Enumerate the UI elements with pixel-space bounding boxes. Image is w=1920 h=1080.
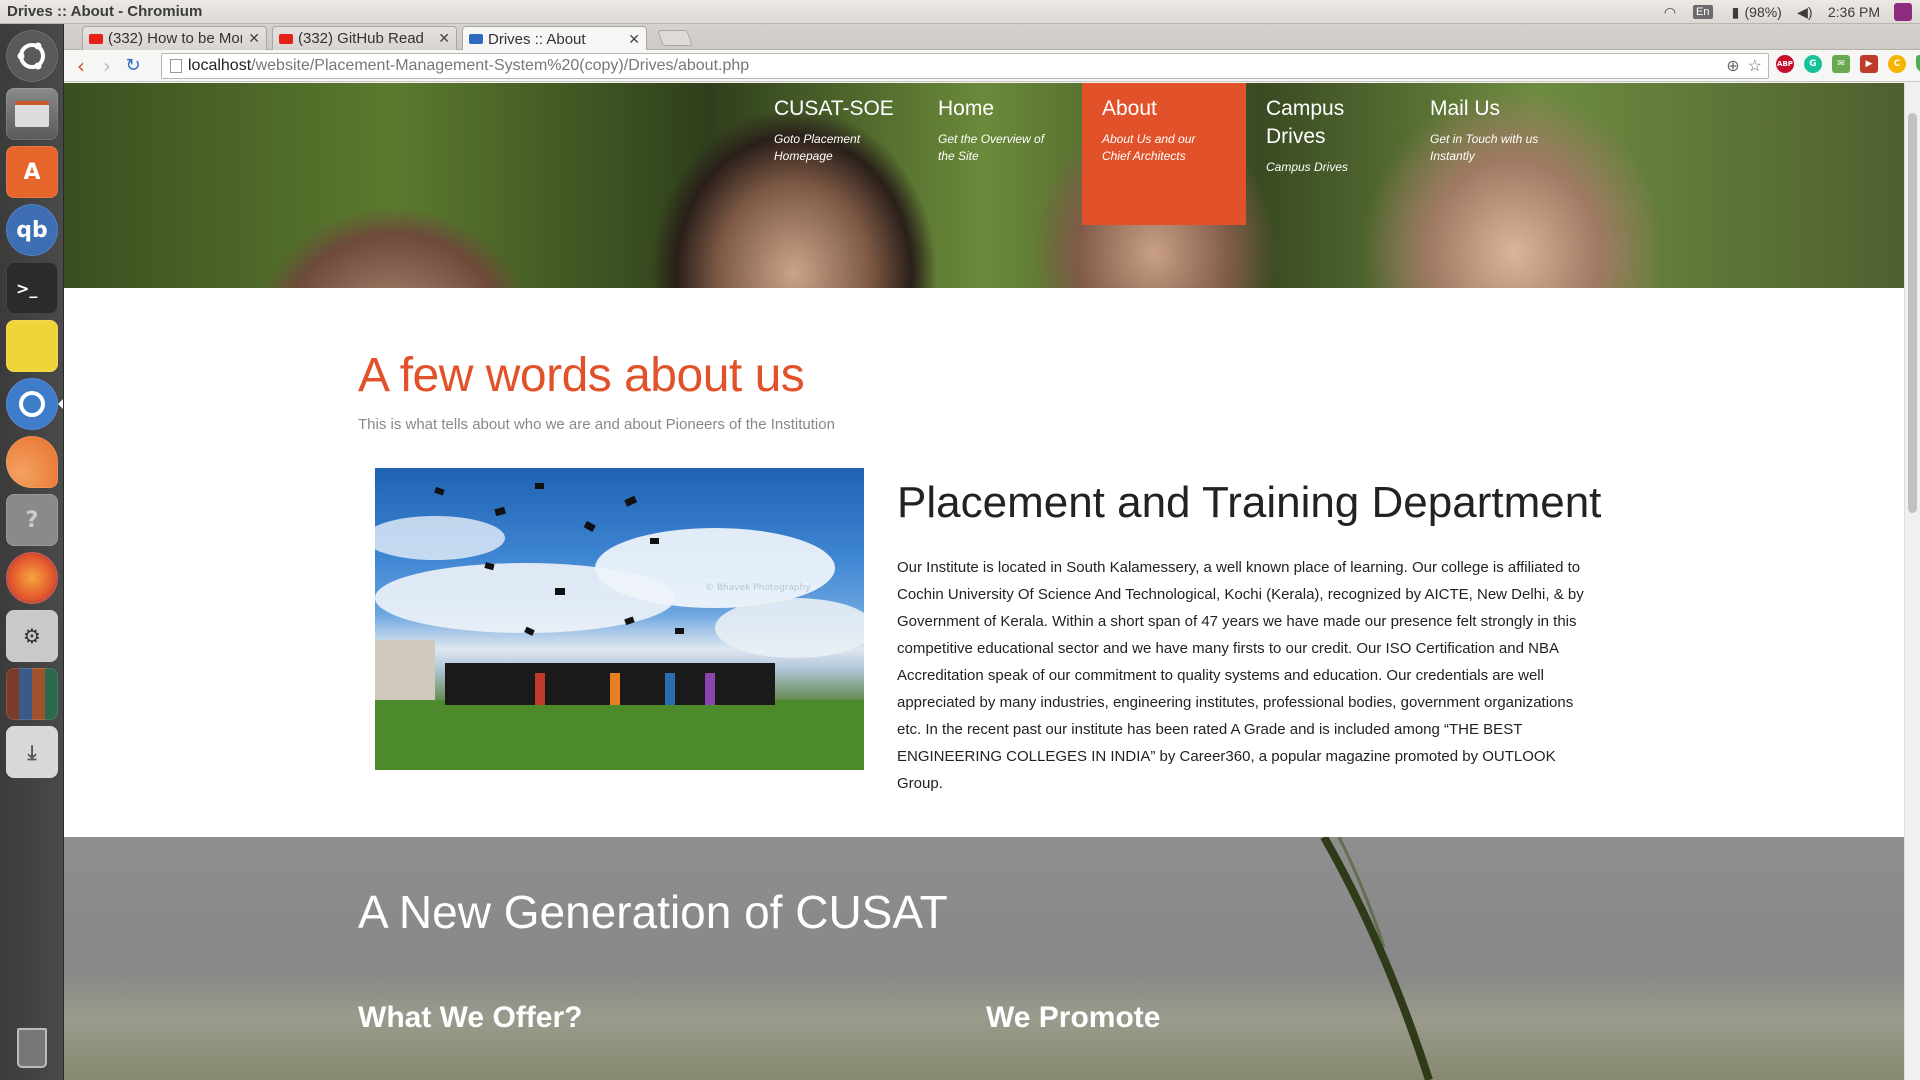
tab-youtube-1[interactable]: (332) How to be Mor ✕ (82, 26, 267, 50)
ubuntu-logo-icon (17, 42, 45, 70)
nav-subtitle: Get the Overview of the Site (938, 132, 1045, 163)
browser-toolbar: ‹ › ↻ localhost/website/Placement-Manage… (64, 50, 1920, 82)
reload-button[interactable]: ↻ (120, 53, 146, 79)
photo-watermark: © Bhavek Photography (705, 583, 811, 593)
grass-stalk-decoration (1320, 837, 1433, 1080)
we-promote-heading: We Promote (986, 1001, 1161, 1034)
nav-subtitle: Campus Drives (1266, 160, 1349, 174)
close-icon[interactable]: ✕ (628, 31, 640, 48)
department-description: Our Institute is located in South Kalame… (897, 559, 1584, 792)
youtube-icon (279, 33, 293, 44)
nav-item-about[interactable]: About About Us and our Chief Architects (1082, 83, 1246, 225)
nav-subtitle: Goto Placement Homepage (774, 132, 861, 163)
installer-icon[interactable]: ⤓ (6, 726, 58, 778)
mail-checker-icon[interactable]: ✉ (1832, 55, 1850, 73)
tab-youtube-2[interactable]: (332) GitHub Read ✕ (272, 26, 457, 50)
about-subheading: This is what tells about who we are and … (358, 416, 835, 433)
terminal-icon[interactable]: >_ (6, 262, 58, 314)
sticky-notes-icon[interactable] (6, 320, 58, 372)
system-settings-icon[interactable]: ⚙ (6, 610, 58, 662)
nav-subtitle: About Us and our Chief Architects (1102, 132, 1196, 163)
nav-item-cusat-soe[interactable]: CUSAT-SOE Goto Placement Homepage (754, 83, 918, 225)
orange-app-icon[interactable] (6, 436, 58, 488)
new-tab-button[interactable] (657, 30, 693, 46)
page-info-icon[interactable] (170, 59, 182, 73)
zoom-icon[interactable]: ⊕ (1726, 56, 1739, 76)
forward-button[interactable]: › (94, 53, 120, 79)
main-nav: CUSAT-SOE Goto Placement Homepage Home G… (754, 83, 1574, 225)
software-center-icon[interactable]: A (6, 146, 58, 198)
nav-title: Home (938, 97, 995, 120)
reload-icon: ↻ (125, 55, 141, 76)
chromium-icon[interactable] (6, 378, 58, 430)
battery-indicator[interactable]: ▮ (98%) (1727, 4, 1782, 20)
address-bar[interactable]: localhost/website/Placement-Management-S… (161, 53, 1769, 79)
web-page: CUSAT-SOE Goto Placement Homepage Home G… (64, 83, 1904, 1080)
files-icon[interactable] (6, 88, 58, 140)
url-host: localhost (188, 57, 252, 74)
clock[interactable]: 2:36 PM (1828, 4, 1880, 20)
nav-item-home[interactable]: Home Get the Overview of the Site (918, 83, 1082, 225)
tab-label: Drives :: About (488, 30, 586, 48)
tab-label: (332) GitHub Read (298, 30, 424, 47)
about-heading: A few words about us (358, 349, 805, 402)
scrollbar-thumb[interactable] (1908, 113, 1917, 513)
ubuntu-dash-icon[interactable] (6, 30, 58, 82)
tab-label: (332) How to be Mor (108, 30, 243, 47)
qbittorrent-icon[interactable]: qb (6, 204, 58, 256)
launcher: A qb >_ ? ⚙ ⤓ (0, 24, 64, 1080)
help-icon[interactable]: ? (6, 494, 58, 546)
browser-window: (332) How to be Mor ✕ (332) GitHub Read … (64, 24, 1920, 1080)
page-scrollbar[interactable] (1904, 83, 1920, 1080)
arrow-right-icon: › (103, 53, 111, 78)
close-icon[interactable]: ✕ (438, 30, 450, 47)
window-title: Drives :: About - Chromium (7, 3, 203, 20)
nav-title: Mail Us (1430, 97, 1501, 120)
back-button[interactable]: ‹ (68, 53, 94, 79)
nav-item-mail-us[interactable]: Mail Us Get in Touch with us Instantly (1410, 83, 1574, 225)
youtube-icon (89, 33, 103, 44)
power-menu-icon[interactable] (1894, 2, 1912, 21)
generation-section: A New Generation of CUSAT What We Offer?… (64, 837, 1904, 1080)
shield-icon[interactable]: ◆ (1916, 55, 1920, 73)
tab-bar: (332) How to be Mor ✕ (332) GitHub Read … (64, 24, 1920, 51)
video-extension-icon[interactable]: ▶ (1860, 55, 1878, 73)
battery-percent: (98%) (1744, 3, 1782, 20)
library-icon[interactable] (6, 668, 58, 720)
nav-title: About (1102, 97, 1157, 120)
extension-icons: ABP G ✉ ▶ C ◆ ≡ (1776, 55, 1920, 73)
active-app-indicator (58, 399, 63, 409)
tab-drives-about[interactable]: Drives :: About ✕ (462, 26, 647, 51)
graduation-photo: © Bhavek Photography (375, 468, 864, 770)
adblock-plus-icon[interactable]: ABP (1776, 55, 1794, 73)
what-we-offer-heading: What We Offer? (358, 1001, 583, 1034)
volume-icon[interactable]: ◀) (1796, 4, 1814, 20)
omnibox-actions: ⊕ ☆ (1726, 56, 1768, 76)
graduation-scene: © Bhavek Photography (375, 483, 864, 770)
keyboard-layout-indicator[interactable]: En (1693, 4, 1713, 19)
close-icon[interactable]: ✕ (248, 30, 260, 47)
nav-title: CUSAT-SOE (774, 97, 894, 120)
trash-icon[interactable] (6, 1022, 58, 1074)
nav-item-campus-drives[interactable]: Campus Drives Campus Drives (1246, 83, 1410, 225)
url-path: /website/Placement-Management-System%20(… (251, 57, 750, 74)
wifi-icon[interactable]: ◠ (1661, 4, 1679, 20)
nav-subtitle: Get in Touch with us Instantly (1430, 132, 1539, 163)
generation-heading: A New Generation of CUSAT (358, 886, 948, 938)
extension-c-icon[interactable]: C (1888, 55, 1906, 73)
bookmark-star-icon[interactable]: ☆ (1748, 56, 1762, 76)
page-icon (469, 34, 483, 44)
nav-title: Campus Drives (1266, 97, 1345, 148)
grammarly-icon[interactable]: G (1804, 55, 1822, 73)
indicator-area: ◠ En ▮ (98%) ◀) 2:36 PM (1661, 2, 1920, 21)
top-panel: Drives :: About - Chromium ◠ En ▮ (98%) ◀… (0, 0, 1920, 24)
battery-icon: ▮ (1731, 3, 1740, 20)
hero-banner: CUSAT-SOE Goto Placement Homepage Home G… (64, 83, 1904, 288)
department-heading: Placement and Training Department (897, 478, 1602, 527)
firefox-icon[interactable] (6, 552, 58, 604)
arrow-left-icon: ‹ (77, 53, 85, 78)
